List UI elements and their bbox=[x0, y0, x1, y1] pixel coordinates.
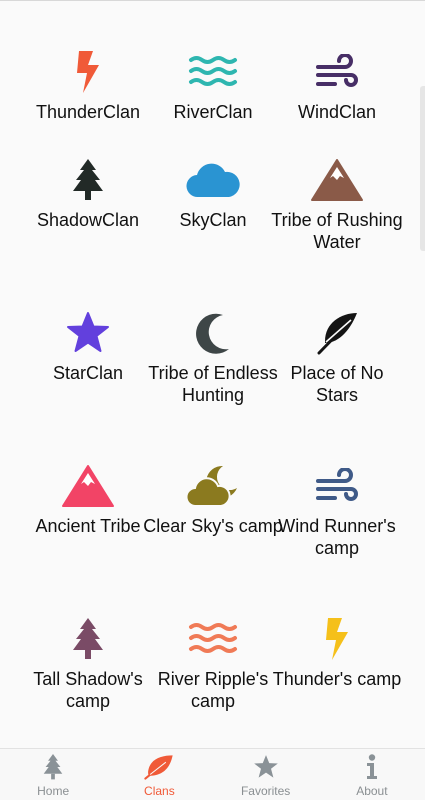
clan-clear-skys-camp[interactable]: Clear Sky's camp bbox=[143, 463, 283, 537]
clan-label: StarClan bbox=[52, 363, 124, 383]
nav-clans[interactable]: Clans bbox=[106, 749, 212, 800]
clan-label: WindClan bbox=[297, 102, 377, 122]
lightning-icon bbox=[309, 616, 365, 662]
clan-riverclan[interactable]: RiverClan bbox=[143, 49, 283, 123]
clan-label: Tribe of Endless Hunting bbox=[148, 363, 278, 405]
clan-ancient-tribe[interactable]: Ancient Tribe bbox=[18, 463, 158, 537]
nav-favorites[interactable]: Favorites bbox=[213, 749, 319, 800]
clan-label: Wind Runner's camp bbox=[278, 516, 396, 558]
bottom-navigation: Home Clans Favorites About bbox=[0, 748, 425, 800]
leaf-icon bbox=[144, 753, 174, 781]
nav-label: Favorites bbox=[240, 784, 291, 798]
clan-shadowclan[interactable]: ShadowClan bbox=[18, 157, 158, 231]
clan-label: Tribe of Rushing Water bbox=[271, 210, 403, 252]
clan-tall-shadows-camp[interactable]: Tall Shadow's camp bbox=[18, 616, 158, 712]
wind-icon bbox=[309, 49, 365, 95]
mountain-icon bbox=[309, 157, 365, 203]
clan-label: ShadowClan bbox=[36, 210, 140, 230]
clan-thunderclan[interactable]: ThunderClan bbox=[18, 49, 158, 123]
nav-label: Home bbox=[37, 784, 70, 798]
pine-tree-icon bbox=[60, 616, 116, 662]
nav-label: About bbox=[356, 784, 388, 798]
clan-starclan[interactable]: StarClan bbox=[18, 310, 158, 384]
clan-tribe-of-rushing-water[interactable]: Tribe of Rushing Water bbox=[267, 157, 407, 253]
star-icon bbox=[60, 310, 116, 356]
scroll-indicator[interactable] bbox=[420, 86, 425, 251]
nav-home[interactable]: Home bbox=[0, 749, 106, 800]
clan-skyclan[interactable]: SkyClan bbox=[143, 157, 283, 231]
clan-place-of-no-stars[interactable]: Place of No Stars bbox=[267, 310, 407, 406]
clan-label: Place of No Stars bbox=[290, 363, 384, 405]
waves-icon bbox=[185, 49, 241, 95]
feather-icon bbox=[309, 310, 365, 356]
clan-label: Clear Sky's camp bbox=[143, 516, 283, 536]
clan-label: RiverClan bbox=[173, 102, 253, 122]
clan-windclan[interactable]: WindClan bbox=[267, 49, 407, 123]
pine-tree-icon bbox=[43, 753, 63, 781]
nav-about[interactable]: About bbox=[319, 749, 425, 800]
cloud-moon-icon bbox=[185, 463, 241, 509]
nav-label: Clans bbox=[144, 784, 175, 798]
star-icon bbox=[253, 753, 279, 781]
clan-label: Ancient Tribe bbox=[35, 516, 141, 536]
pine-tree-icon bbox=[60, 157, 116, 203]
moon-icon bbox=[185, 310, 241, 356]
clan-label: ThunderClan bbox=[35, 102, 141, 122]
cloud-icon bbox=[185, 157, 241, 203]
clan-river-ripples-camp[interactable]: River Ripple's camp bbox=[143, 616, 283, 712]
app-screen: ThunderClan RiverClan WindClan ShadowCla… bbox=[0, 0, 425, 800]
info-icon bbox=[366, 753, 378, 781]
clan-thunders-camp[interactable]: Thunder's camp bbox=[267, 616, 407, 690]
mountain-icon bbox=[60, 463, 116, 509]
waves-icon bbox=[185, 616, 241, 662]
clan-label: Thunder's camp bbox=[272, 669, 402, 689]
clan-label: River Ripple's camp bbox=[157, 669, 269, 711]
lightning-icon bbox=[60, 49, 116, 95]
wind-icon bbox=[309, 463, 365, 509]
clan-wind-runners-camp[interactable]: Wind Runner's camp bbox=[267, 463, 407, 559]
clan-tribe-of-endless-hunting[interactable]: Tribe of Endless Hunting bbox=[143, 310, 283, 406]
clan-label: Tall Shadow's camp bbox=[33, 669, 143, 711]
clan-label: SkyClan bbox=[179, 210, 247, 230]
